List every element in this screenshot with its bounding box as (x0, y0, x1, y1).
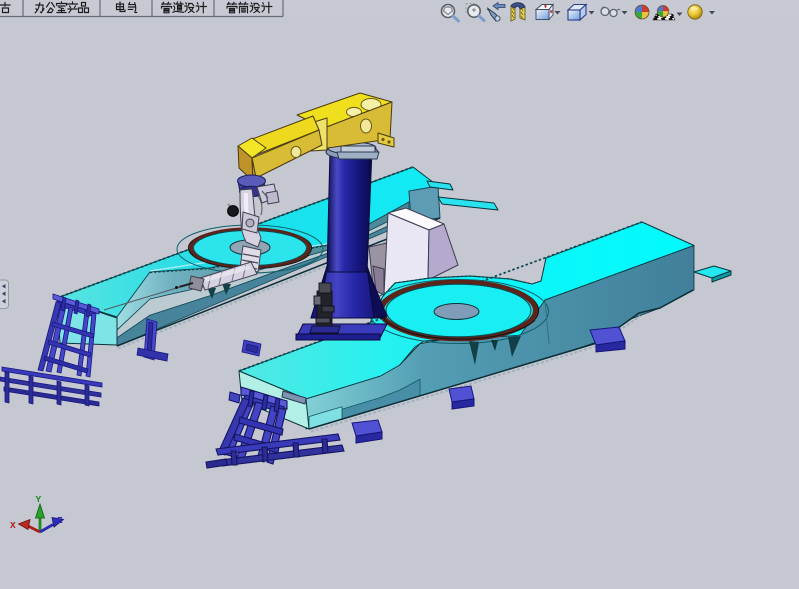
svg-text:Y: Y (36, 494, 42, 505)
svg-text:Z: Z (57, 515, 63, 526)
svg-text:X: X (10, 520, 16, 531)
